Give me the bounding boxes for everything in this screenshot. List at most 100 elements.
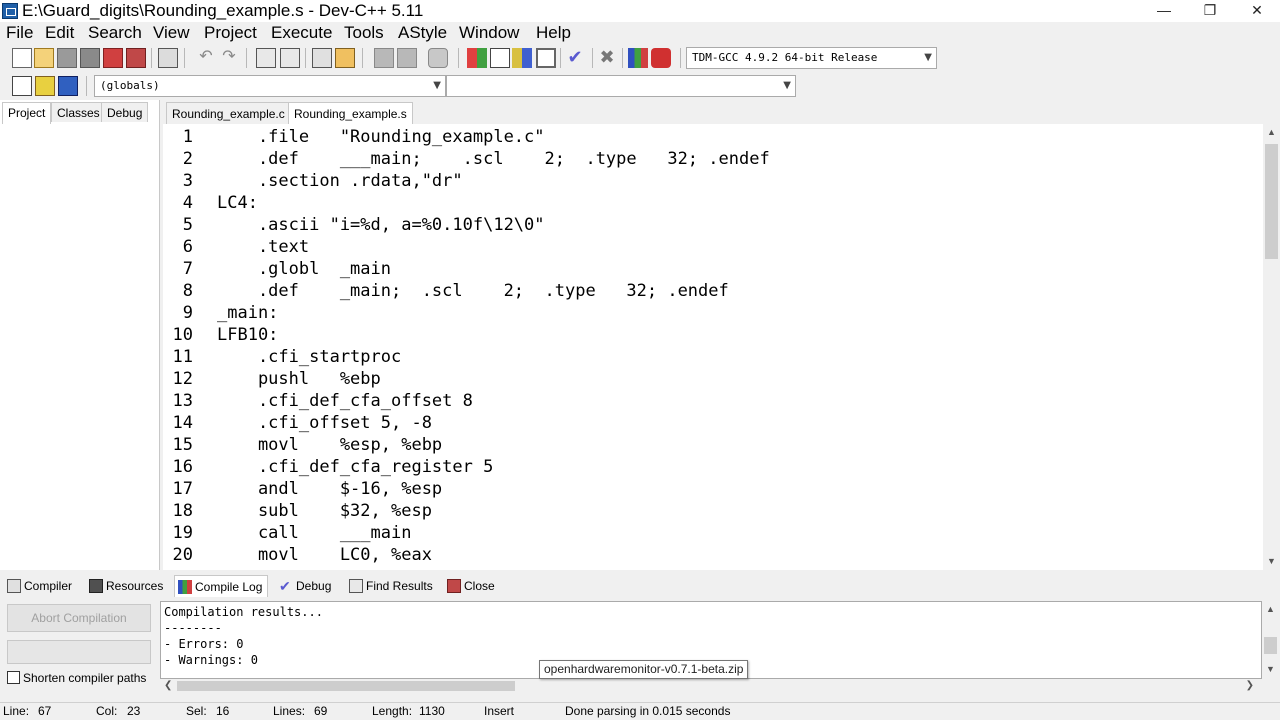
menu-tools[interactable]: Tools [344, 22, 384, 44]
globals-select[interactable]: (globals) ▼ [94, 75, 446, 97]
tab-debug-bottom[interactable]: ✔ Debug [276, 575, 336, 597]
profile-icon[interactable] [628, 48, 648, 68]
line-number: 18 [172, 501, 193, 521]
scroll-down-icon[interactable]: ▼ [1262, 661, 1279, 678]
scroll-left-icon[interactable]: ❮ [164, 679, 172, 693]
close-file-icon[interactable] [103, 48, 123, 68]
redo-icon[interactable]: ↷ [219, 48, 239, 68]
code-line[interactable]: .cfi_def_cfa_offset 8 [217, 390, 473, 412]
menu-file[interactable]: File [6, 22, 33, 44]
save-all-icon[interactable] [80, 48, 100, 68]
code-line[interactable]: .ascii "i=%d, a=%0.10f\12\0" [217, 214, 545, 236]
code-line[interactable]: subl $32, %esp [217, 500, 432, 522]
code-line[interactable]: .def _main; .scl 2; .type 32; .endef [217, 280, 729, 302]
close-icon [447, 579, 461, 593]
tab-resources[interactable]: Resources [86, 575, 168, 597]
menu-view[interactable]: View [153, 22, 190, 44]
code-line[interactable]: .cfi_offset 5, -8 [217, 412, 432, 434]
restore-button[interactable]: ❐ [1187, 0, 1233, 22]
close-window-button[interactable]: ✕ [1234, 0, 1280, 22]
menu-astyle[interactable]: AStyle [398, 22, 447, 44]
code-line[interactable]: .cfi_def_cfa_register 5 [217, 456, 493, 478]
save-project-icon[interactable] [58, 76, 78, 96]
status-lines-value: 69 [314, 704, 328, 718]
log-horizontal-scrollbar[interactable]: ❮ ❯ [160, 679, 1262, 693]
undo-icon[interactable]: ↶ [196, 48, 216, 68]
new-file-icon[interactable] [12, 48, 32, 68]
code-line[interactable]: andl $-16, %esp [217, 478, 442, 500]
editor-vertical-scrollbar[interactable]: ▲ ▼ [1263, 124, 1280, 570]
code-line[interactable]: .text [217, 236, 309, 258]
abort-compilation-button[interactable]: Abort Compilation [7, 604, 151, 632]
line-number: 3 [182, 171, 193, 191]
window-icon[interactable] [490, 48, 510, 68]
code-line[interactable]: LC4: [217, 192, 258, 214]
scroll-up-icon[interactable]: ▲ [1262, 601, 1279, 618]
grid-view-icon[interactable] [536, 48, 556, 68]
code-line[interactable]: movl %esp, %ebp [217, 434, 442, 456]
menu-window[interactable]: Window [459, 22, 519, 44]
check-syntax-icon[interactable]: ✔ [565, 48, 585, 68]
menu-execute[interactable]: Execute [271, 22, 332, 44]
menu-edit[interactable]: Edit [45, 22, 74, 44]
scrollbar-thumb[interactable] [1265, 144, 1278, 259]
close-all-icon[interactable] [126, 48, 146, 68]
line-number: 5 [182, 215, 193, 235]
print-icon[interactable] [158, 48, 178, 68]
tab-rounding-example-c[interactable]: Rounding_example.c [166, 102, 291, 124]
scrollbar-thumb[interactable] [1264, 637, 1277, 654]
compiler-select[interactable]: TDM-GCC 4.9.2 64-bit Release ▼ [686, 47, 937, 69]
find-icon[interactable] [256, 48, 276, 68]
main-toolbar: ↶ ↷ ✔ ✖ TDM-GCC 4.9.2 64-bit Release ▼ [0, 44, 1280, 72]
tab-compiler[interactable]: Compiler [4, 575, 77, 597]
menu-help[interactable]: Help [536, 22, 571, 44]
bookmark-icon[interactable] [335, 48, 355, 68]
replace-icon[interactable] [280, 48, 300, 68]
code-line[interactable]: .def ___main; .scl 2; .type 32; .endef [217, 148, 770, 170]
resources-icon [89, 579, 103, 593]
tab-rounding-example-s[interactable]: Rounding_example.s [288, 102, 413, 124]
scroll-up-icon[interactable]: ▲ [1263, 124, 1280, 141]
stop-execution-icon[interactable]: ✖ [597, 48, 617, 68]
tab-project[interactable]: Project [2, 102, 52, 124]
goto-icon[interactable] [35, 76, 55, 96]
menu-project[interactable]: Project [204, 22, 257, 44]
code-line[interactable]: .cfi_startproc [217, 346, 401, 368]
scroll-down-icon[interactable]: ▼ [1263, 553, 1280, 570]
indent-icon[interactable] [374, 48, 394, 68]
tab-debug-left[interactable]: Debug [101, 102, 149, 122]
shorten-paths-checkbox[interactable] [7, 671, 20, 684]
tab-debug-bottom-label: Debug [296, 579, 332, 593]
compiler-icon [7, 579, 21, 593]
goto-line-icon[interactable] [312, 48, 332, 68]
save-icon[interactable] [57, 48, 77, 68]
code-line[interactable]: movl LC0, %eax [217, 544, 432, 566]
code-line[interactable]: .file "Rounding_example.c" [217, 126, 545, 148]
code-line[interactable]: .globl _main [217, 258, 391, 280]
chart-icon [178, 580, 192, 594]
tab-classes[interactable]: Classes [51, 102, 106, 122]
code-line[interactable]: call ___main [217, 522, 412, 544]
code-line[interactable]: .section .rdata,"dr" [217, 170, 463, 192]
minimize-button[interactable]: — [1141, 0, 1187, 22]
tab-close[interactable]: Close [444, 575, 500, 597]
tab-find-results-label: Find Results [366, 579, 433, 593]
project-options-icon[interactable] [512, 48, 532, 68]
new-project-icon[interactable] [467, 48, 487, 68]
tab-compile-log[interactable]: Compile Log [174, 575, 269, 597]
scroll-right-icon[interactable]: ❯ [1246, 679, 1254, 693]
members-select[interactable]: ▼ [446, 75, 796, 97]
line-number: 10 [172, 325, 193, 345]
tab-find-results[interactable]: Find Results [346, 575, 438, 597]
code-line[interactable]: _main: [217, 302, 278, 324]
code-line[interactable]: LFB10: [217, 324, 278, 346]
insert-icon[interactable] [12, 76, 32, 96]
unindent-icon[interactable] [397, 48, 417, 68]
delete-profile-icon[interactable] [651, 48, 671, 68]
scrollbar-thumb[interactable] [177, 681, 515, 691]
toggle-comment-icon[interactable] [428, 48, 448, 68]
log-vertical-scrollbar[interactable]: ▲ ▼ [1262, 601, 1279, 679]
menu-search[interactable]: Search [88, 22, 142, 44]
open-folder-icon[interactable] [34, 48, 54, 68]
code-line[interactable]: pushl %ebp [217, 368, 381, 390]
